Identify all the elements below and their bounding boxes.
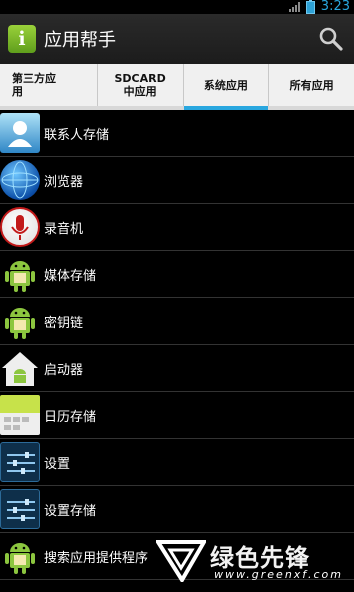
list-item[interactable]: 设置 [0,439,354,486]
action-bar: i 应用帮手 [0,14,354,64]
list-item[interactable]: 录音机 [0,204,354,251]
tab-sdcard[interactable]: SDCARD 中应用 [98,64,184,106]
home-android-icon [0,348,40,388]
list-item[interactable]: 启动器 [0,345,354,392]
list-item[interactable]: 设置存储 [0,486,354,533]
watermark: 绿色先锋 www.greenxf.com [152,536,352,586]
app-label: 媒体存储 [44,268,97,284]
list-item[interactable]: 密钥链 [0,298,354,345]
contacts-icon [0,113,40,153]
list-item[interactable]: 日历存储 [0,392,354,439]
watermark-url: www.greenxf.com [214,568,343,581]
app-list: 联系人存储 浏览器 录音机 媒体存储 密钥链 启动器 日历存储 设置 设置存储 … [0,110,354,580]
tab-third-party[interactable]: 第三方应 用 [0,64,98,106]
microphone-icon [0,207,40,247]
app-label: 启动器 [44,362,84,378]
app-label: 设置存储 [44,503,97,519]
android-icon [0,254,40,294]
app-label: 联系人存储 [44,127,110,143]
android-icon [0,536,40,576]
app-logo-icon: i [8,25,36,53]
app-title: 应用帮手 [44,30,116,51]
tab-all-apps[interactable]: 所有应用 [269,64,354,106]
calendar-icon [0,395,40,435]
app-label: 录音机 [44,221,84,237]
list-item[interactable]: 媒体存储 [0,251,354,298]
android-icon [0,301,40,341]
list-item[interactable]: 浏览器 [0,157,354,204]
app-label: 设置 [44,456,71,472]
signal-icon [288,2,300,12]
browser-globe-icon [0,160,40,200]
tab-system-apps[interactable]: 系统应用 [183,64,270,110]
app-label: 日历存储 [44,409,97,425]
settings-icon [0,442,40,482]
watermark-logo-icon [156,540,206,582]
app-label: 搜索应用提供程序 [44,550,149,566]
tab-bar: 第三方应 用 SDCARD 中应用 系统应用 所有应用 [0,64,354,110]
status-time: 3:23 [320,0,350,14]
status-bar: 3:23 [0,0,354,14]
settings-icon [0,489,40,529]
search-icon[interactable] [318,26,344,52]
battery-icon [305,0,315,14]
list-item[interactable]: 联系人存储 [0,110,354,157]
app-label: 浏览器 [44,174,84,190]
app-label: 密钥链 [44,315,84,331]
